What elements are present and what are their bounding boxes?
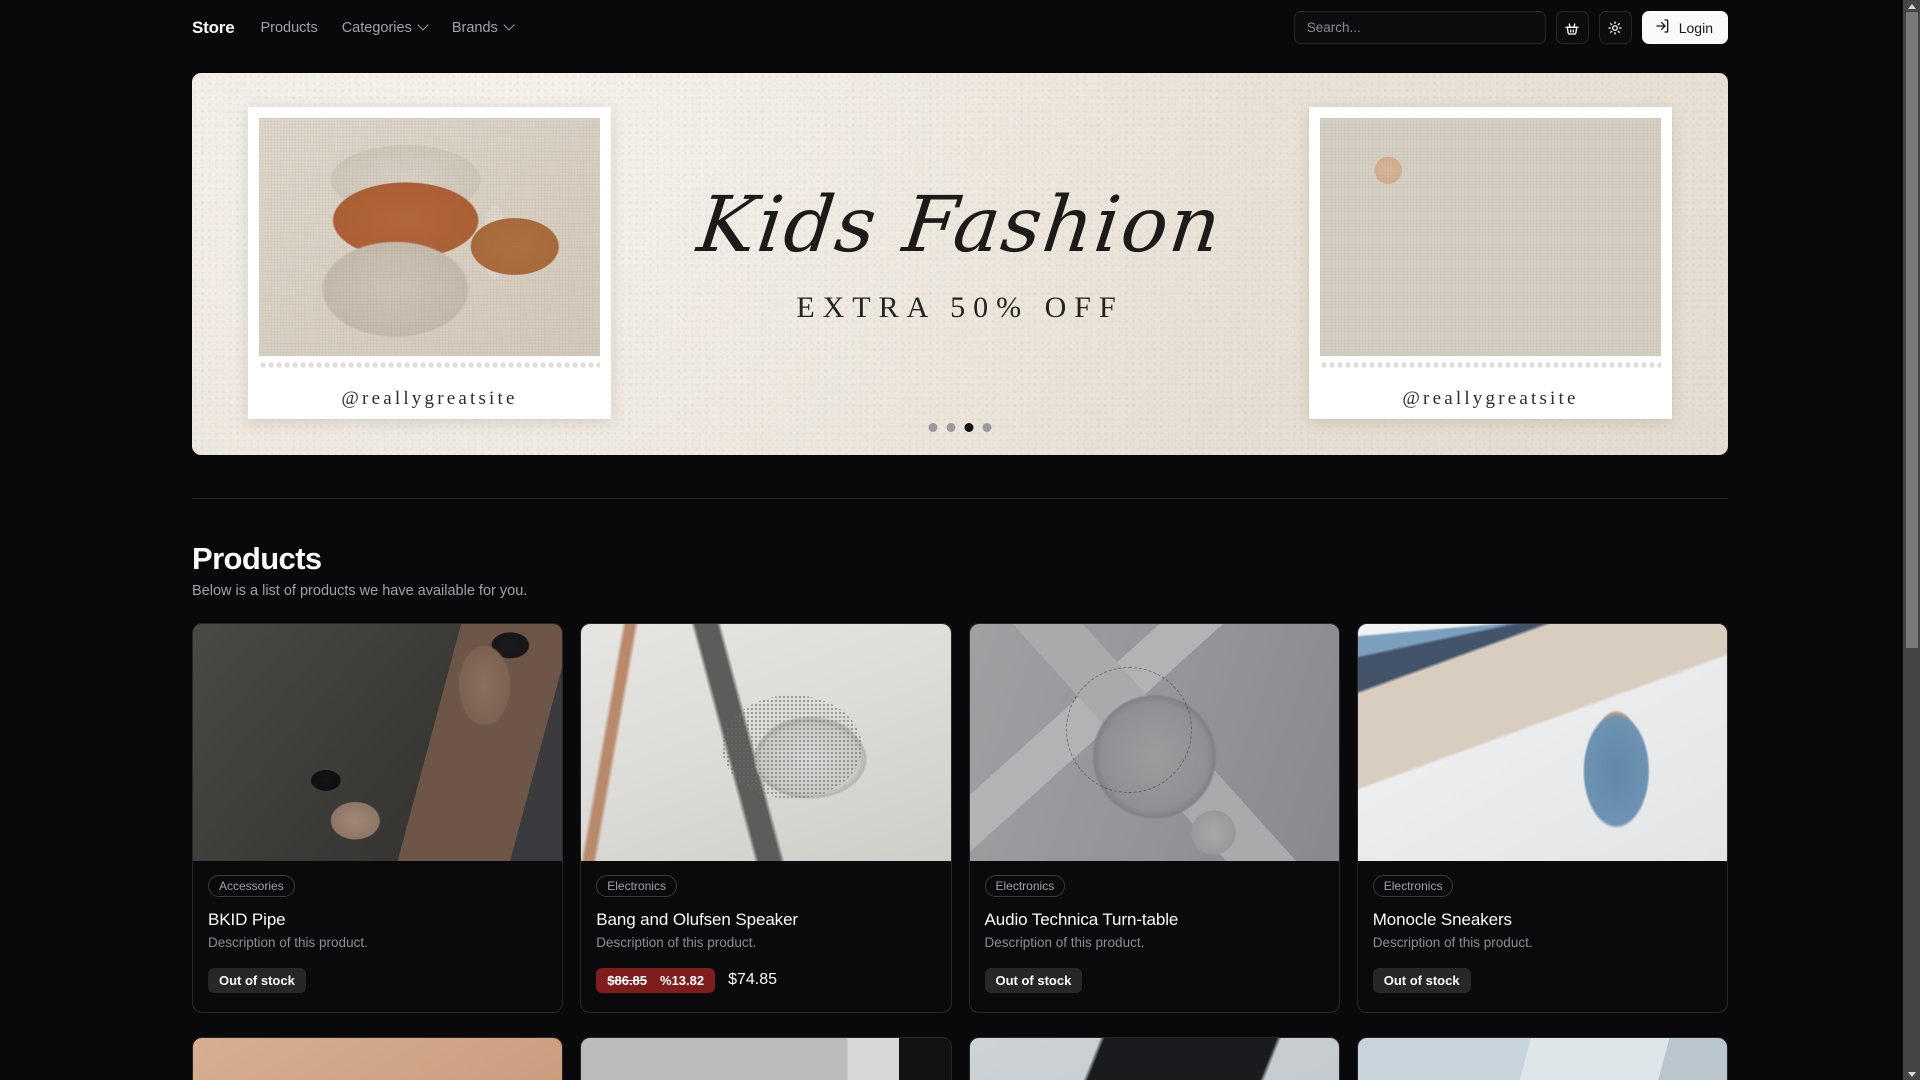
product-description: Description of this product.	[596, 935, 757, 950]
product-category-badge[interactable]: Electronics	[984, 875, 1066, 897]
product-category-badge[interactable]: Accessories	[208, 875, 295, 897]
product-card[interactable]: Electronics Audio Technica Turn-table Desc…	[968, 623, 1340, 1013]
nav-item-label: Brands	[451, 19, 498, 36]
product-image	[969, 1038, 1339, 1080]
product-card-body: Electronics Monocle Sneakers Description o…	[1358, 861, 1727, 1012]
product-price: $74.85	[728, 971, 778, 988]
main-navigation: Products Categories Brands	[260, 20, 513, 36]
page-subtitle: Below is a list of products we have avai…	[192, 583, 528, 599]
carousel-dot-4[interactable]	[982, 423, 992, 432]
product-image	[1357, 624, 1727, 861]
product-card[interactable]: Electronics Bang and Olufsen Speaker Descr…	[580, 623, 952, 1013]
page-viewport: Store Products Categories Brands Search.…	[0, 0, 1920, 1080]
carousel-dots	[928, 423, 992, 432]
product-card-body: Electronics Audio Technica Turn-table Desc…	[970, 861, 1339, 1012]
out-of-stock-badge: Out of stock	[984, 967, 1083, 993]
scrollbar-thumb[interactable]	[1906, 12, 1918, 648]
nav-item-label: Categories	[341, 19, 412, 36]
product-description: Description of this product.	[1372, 935, 1533, 950]
hero-subtitle: EXTRA 50% OFF	[796, 291, 1124, 325]
carousel-dot-3[interactable]	[964, 423, 974, 432]
nav-item-categories[interactable]: Categories	[342, 20, 428, 36]
chevron-down-icon	[419, 21, 428, 30]
hero-photo-right	[1320, 118, 1661, 356]
product-image	[193, 1038, 563, 1080]
carousel-dot-2[interactable]	[946, 423, 956, 432]
search-input[interactable]	[1293, 11, 1546, 44]
product-card[interactable]	[580, 1037, 952, 1080]
hero-photo-left	[259, 118, 600, 356]
hero-carousel-slide[interactable]: @reallygreatsite Kids Fashion EXTRA 50% …	[192, 73, 1728, 455]
product-name: Bang and Olufsen Speaker	[596, 910, 798, 929]
carousel-dot-1[interactable]	[928, 423, 938, 432]
product-name: BKID Pipe	[208, 910, 286, 929]
brand-logo[interactable]: Store	[192, 18, 235, 38]
product-card[interactable]	[192, 1037, 564, 1080]
hero-text-block: Kids Fashion EXTRA 50% OFF	[640, 181, 1280, 325]
polaroid-perforation	[259, 361, 600, 370]
login-arrow-icon	[1655, 18, 1671, 37]
product-category-badge[interactable]: Electronics	[596, 875, 677, 897]
product-discount-badge: $86.85 %13.82	[596, 967, 716, 993]
product-image	[193, 624, 563, 861]
nav-item-brands[interactable]: Brands	[452, 20, 514, 36]
product-grid-next-row	[192, 1037, 1728, 1080]
product-card[interactable]: Electronics Monocle Sneakers Description o…	[1356, 623, 1728, 1013]
chevron-down-icon	[505, 21, 514, 30]
product-card[interactable]	[1356, 1037, 1728, 1080]
product-grid: Accessories BKID Pipe Description of this …	[192, 623, 1728, 1013]
nav-item-label: Products	[260, 19, 318, 36]
product-old-price: $86.85	[607, 972, 648, 988]
theme-toggle-button[interactable]	[1598, 11, 1632, 44]
cart-button[interactable]	[1555, 11, 1589, 44]
hero-carousel-wrapper: @reallygreatsite Kids Fashion EXTRA 50% …	[192, 73, 1728, 455]
product-image	[969, 624, 1339, 861]
basket-icon	[1564, 20, 1580, 36]
hero-title: Kids Fashion	[693, 181, 1228, 271]
product-image	[1357, 1038, 1727, 1080]
product-card[interactable]	[968, 1037, 1340, 1080]
product-discount-percent: %13.82	[660, 972, 705, 988]
product-card-footer: Out of stock	[984, 967, 1324, 993]
header-actions: Login	[1293, 11, 1728, 44]
page-title: Products	[192, 541, 322, 576]
product-image	[581, 624, 951, 861]
login-button-label: Login	[1678, 19, 1713, 36]
hero-polaroid-left: @reallygreatsite	[244, 103, 615, 423]
out-of-stock-badge: Out of stock	[1372, 967, 1471, 993]
site-header: Store Products Categories Brands Search.…	[0, 0, 1920, 55]
hero-handle-right: @reallygreatsite	[1402, 388, 1579, 409]
product-card-body: Electronics Bang and Olufsen Speaker Descr…	[581, 861, 950, 1012]
section-divider	[192, 498, 1728, 499]
product-card-footer: $86.85 %13.82 $74.85	[596, 967, 935, 993]
scroll-down-arrow[interactable]	[1903, 1068, 1920, 1080]
product-description: Description of this product.	[208, 935, 368, 950]
product-category-badge[interactable]: Electronics	[1372, 875, 1454, 897]
product-image	[581, 1038, 951, 1080]
product-card-body: Accessories BKID Pipe Description of this …	[193, 861, 562, 1012]
scroll-up-arrow[interactable]	[1903, 0, 1920, 12]
hero-handle-left: @reallygreatsite	[341, 388, 518, 409]
login-button[interactable]: Login	[1641, 11, 1728, 44]
product-card-footer: Out of stock	[208, 967, 547, 993]
page-scrollbar[interactable]	[1903, 0, 1920, 1080]
nav-item-products[interactable]: Products	[260, 20, 317, 36]
polaroid-perforation	[1320, 361, 1661, 370]
product-card[interactable]: Accessories BKID Pipe Description of this …	[192, 623, 564, 1013]
sun-icon	[1607, 20, 1623, 36]
product-name: Monocle Sneakers	[1372, 910, 1512, 929]
out-of-stock-badge: Out of stock	[208, 967, 306, 993]
product-card-footer: Out of stock	[1372, 967, 1712, 993]
products-section: Products Below is a list of products we …	[192, 541, 1728, 1080]
hero-polaroid-right: @reallygreatsite	[1305, 103, 1676, 423]
product-description: Description of this product.	[984, 935, 1145, 950]
product-name: Audio Technica Turn-table	[984, 910, 1179, 929]
